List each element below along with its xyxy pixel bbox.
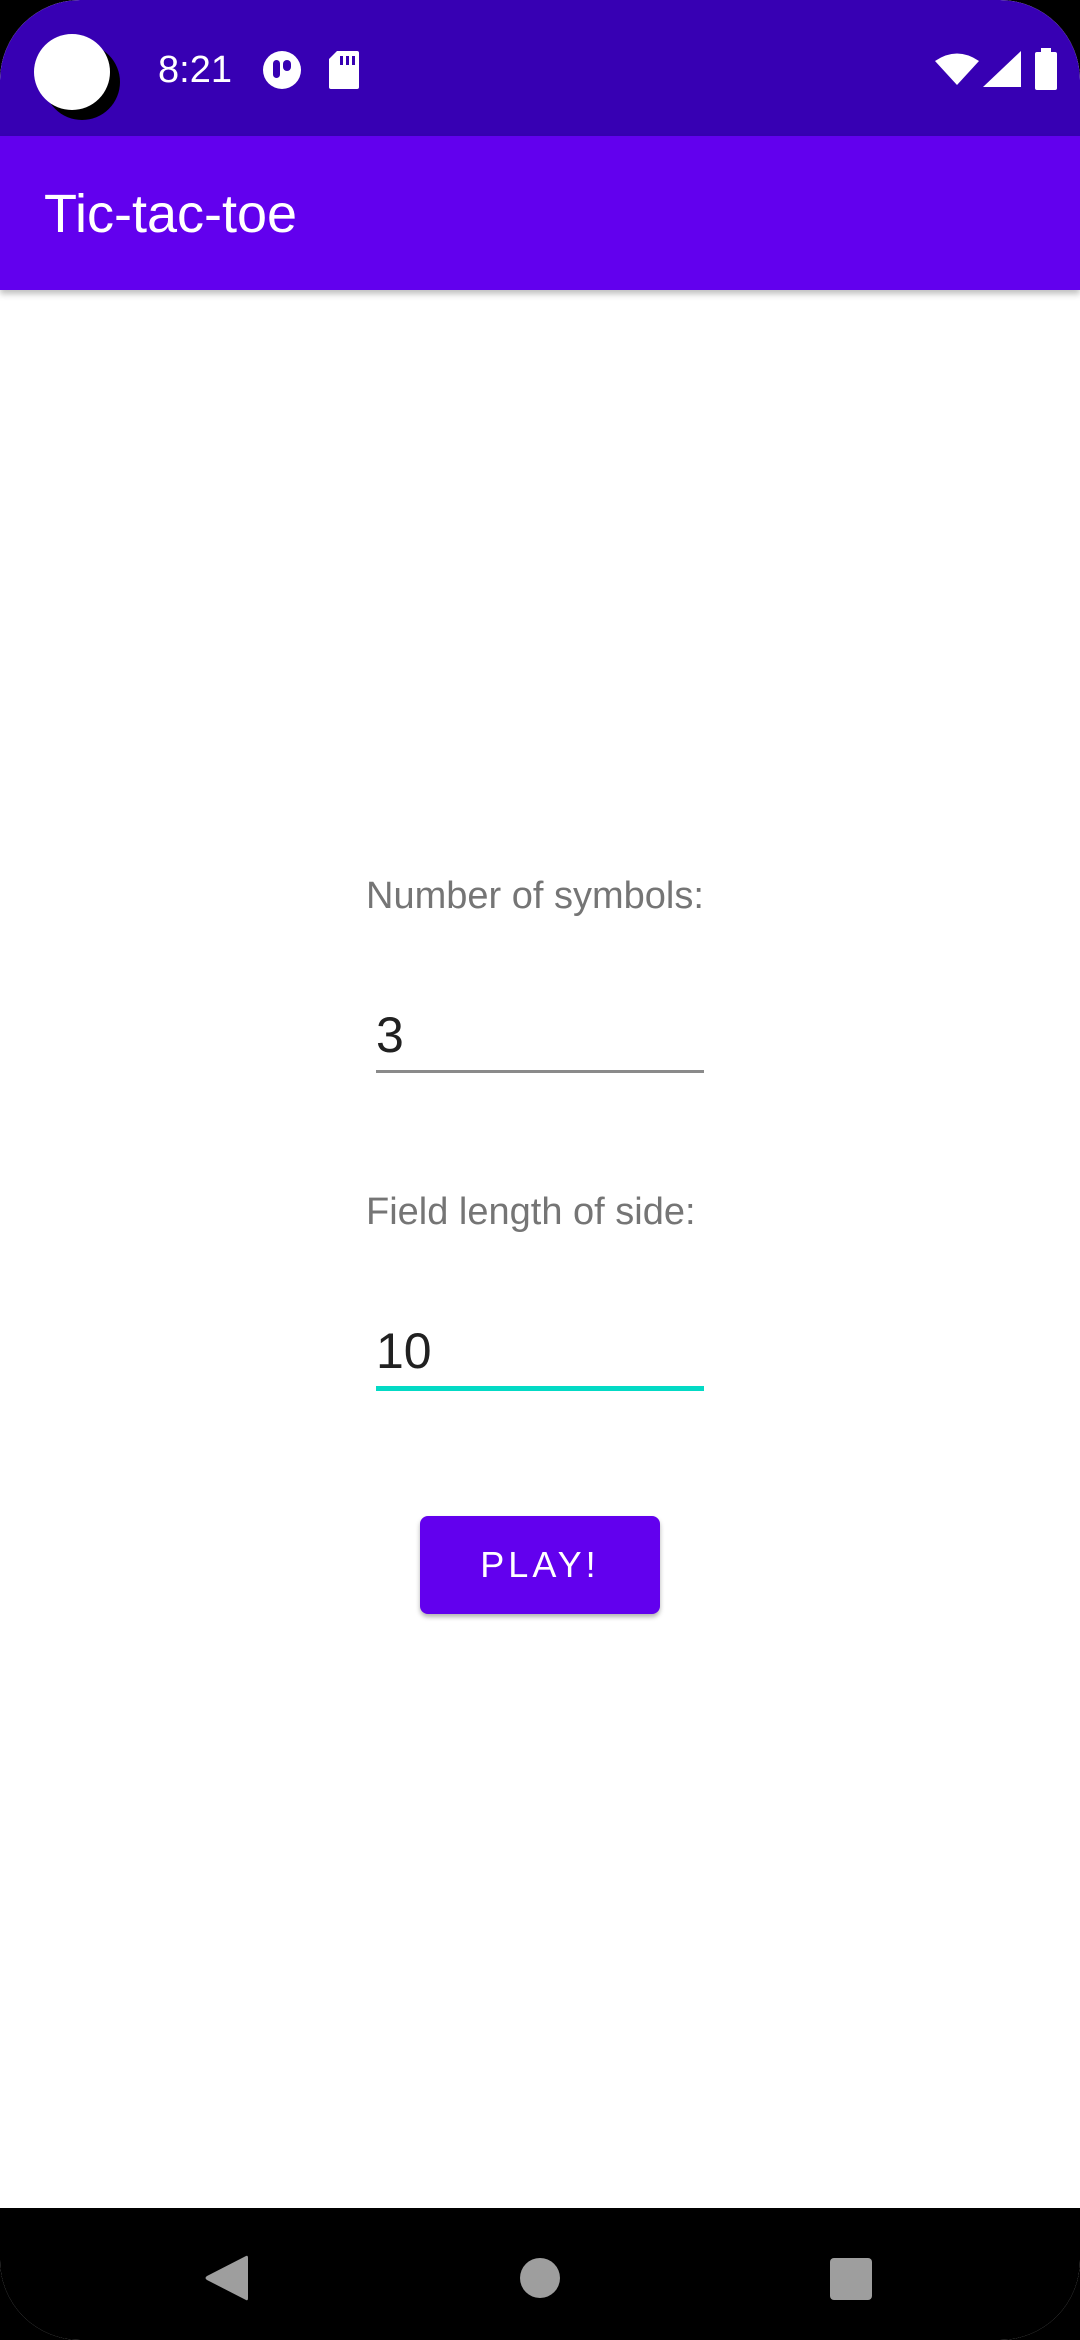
play-button[interactable]: PLAY!: [420, 1516, 660, 1614]
recents-icon[interactable]: [830, 2258, 872, 2300]
cell-signal-icon: [983, 51, 1021, 87]
status-bar: 8:21: [0, 0, 1080, 136]
phone-screen: 8:21 Tic-tac-toe Number of symbols: Fiel…: [0, 0, 1080, 2340]
side-length-input[interactable]: [376, 1316, 704, 1391]
symbols-label: Number of symbols:: [366, 875, 704, 917]
wifi-icon: [935, 53, 979, 85]
status-time: 8:21: [158, 49, 232, 91]
camera-cutout: [34, 34, 110, 110]
app-title: Tic-tac-toe: [44, 184, 298, 244]
notification-app-icon: [263, 51, 301, 89]
navigation-bar: [0, 2208, 1080, 2340]
back-icon[interactable]: [204, 2254, 248, 2302]
side-length-label: Field length of side:: [366, 1191, 696, 1233]
home-icon[interactable]: [520, 2258, 560, 2298]
sd-card-icon: [329, 51, 359, 89]
app-bar: Tic-tac-toe: [0, 136, 1080, 290]
battery-icon: [1035, 48, 1057, 90]
symbols-input[interactable]: [376, 1000, 704, 1073]
